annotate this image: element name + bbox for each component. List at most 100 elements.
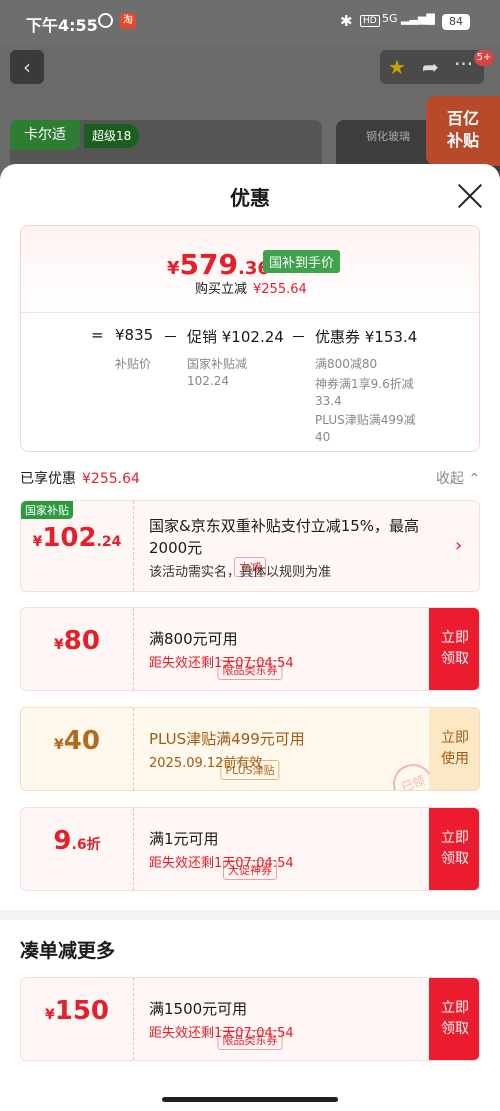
coupon-amount: ¥80 (21, 626, 133, 656)
coupon-card-national-subsidy[interactable]: 国家补贴 ¥102.24 立减 国家&京东双重补贴支付立减15%，最高 2000… (20, 500, 480, 592)
notification-badge: 5+ (474, 50, 494, 66)
bluetooth-icon: ✱ (340, 12, 353, 30)
shared-label: 已享优惠 (20, 471, 76, 487)
chevron-right-icon[interactable]: › (455, 535, 462, 556)
calc-base: ¥835 (115, 326, 154, 344)
coupon-sub-text: 该活动需实名，具体以规则为准 (149, 565, 332, 580)
calc-coupon-sub1: 满800减80 (315, 357, 378, 371)
buy-discount: 购买立减 ¥255.64 (195, 278, 307, 297)
calc-coupon-sub2: 神券满1享9.6折减 (315, 377, 414, 391)
sheet-title: 优惠 (230, 186, 270, 210)
shared-value: ¥255.64 (82, 471, 140, 487)
coupon-amount: ¥150 (21, 996, 133, 1026)
app-notification-icon: 淘 (120, 13, 136, 29)
battery-icon: 84 (442, 14, 470, 30)
claim-button-line1: 立即 (441, 830, 469, 846)
claim-button-line2: 领取 (441, 1021, 469, 1037)
coupon-card-150[interactable]: ¥150 限品类东券 满1500元可用 距失效还剩1天07:04:54 立即 领取 (20, 977, 480, 1061)
coupon-divider (133, 978, 134, 1060)
coupon-card-plus[interactable]: ¥40 PLUS津贴 PLUS津贴满499元可用 2025.09.12前有效 已… (20, 707, 480, 791)
coupon-amount: 9.6折 (21, 826, 133, 856)
favorite-icon[interactable]: ★ (388, 55, 406, 79)
back-button[interactable]: ‹ (10, 50, 44, 84)
calc-coupon-sub4: PLUS津贴满499减 (315, 413, 416, 427)
signal-icon: 5G ▂▃▅▇ (382, 12, 435, 25)
calc-promo-sub1: 国家补贴减 (187, 357, 248, 371)
subsidy-line2: 补贴 (446, 131, 479, 150)
home-indicator (162, 1097, 338, 1102)
coupon-divider (133, 501, 134, 591)
use-button-line2: 使用 (441, 751, 469, 767)
coupon-countdown: 距失效还剩1天07:04:54 (149, 856, 294, 871)
claim-button-line1: 立即 (441, 1000, 469, 1016)
brand-label: 卡尔适 (10, 120, 80, 150)
national-subsidy-tag: 国家补贴 (21, 501, 73, 519)
subsidy-badge: 百亿 补贴 (426, 96, 500, 166)
chevron-up-icon: ⌃ (468, 471, 481, 487)
coupon-main-text-2: 2000元 (149, 539, 203, 557)
coupon-divider (133, 608, 134, 690)
calc-promo: 促销 ¥102.24 (187, 328, 284, 346)
coupon-yen: ¥ (32, 534, 43, 550)
coupon-yen: ¥ (54, 737, 64, 753)
top-actions: ★ ➦ ··· (380, 50, 484, 84)
calc-coupon: 优惠券 ¥153.4 (315, 328, 418, 346)
price-tag: 国补到手价 (263, 250, 341, 273)
coupon-card-80[interactable]: ¥80 限品类东券 满800元可用 距失效还剩1天07:04:54 立即 领取 (20, 607, 480, 691)
coupon-amount-dec: .6折 (71, 837, 101, 853)
coupon-main-text: 满1元可用 (149, 830, 219, 848)
coupon-expiry: 2025.09.12前有效 (149, 756, 263, 771)
calc-coupon-sub3: 33.4 (315, 394, 342, 408)
more-icon[interactable]: ··· (454, 52, 473, 76)
share-icon[interactable]: ➦ (422, 55, 439, 79)
claim-button[interactable]: 立即 领取 (429, 608, 479, 690)
calc-promo-sub2: 102.24 (187, 374, 229, 388)
coupon-main-text: PLUS津贴满499元可用 (149, 730, 305, 748)
calc-coupon-sub5: 40 (315, 430, 331, 444)
claim-button[interactable]: 立即 领取 (429, 808, 479, 890)
shared-discount: 已享优惠 ¥255.64 (20, 468, 140, 488)
close-icon[interactable] (456, 182, 484, 210)
claim-button[interactable]: 立即 领取 (429, 978, 479, 1060)
buy-label: 购买立减 (195, 282, 248, 297)
final-price: ¥579.36 (167, 248, 270, 281)
use-button-line1: 立即 (441, 730, 469, 746)
coupon-yen: ¥ (44, 1007, 55, 1023)
use-button[interactable]: 立即 使用 (429, 708, 479, 790)
buy-value: ¥255.64 (253, 282, 307, 297)
banner-right-text: 钢化玻璃 (366, 130, 410, 143)
divider (21, 312, 479, 313)
coupon-countdown: 距失效还剩1天07:04:54 (149, 656, 294, 671)
more-section-title: 凑单减更多 (20, 940, 116, 962)
coupon-divider (133, 708, 134, 790)
hd-icon: HD (360, 15, 380, 27)
calc-minus-1: － (163, 328, 179, 346)
price-summary: ¥579.36 国补到手价 购买立减 ¥255.64 = ¥835 补贴价 － 促… (20, 225, 480, 452)
coupon-amount: ¥102.24 (21, 523, 133, 553)
discount-sheet: 优惠 ¥579.36 国补到手价 购买立减 ¥255.64 = ¥835 补贴价 … (0, 164, 500, 1111)
alarm-icon (98, 13, 113, 28)
coupon-amount-int: 150 (54, 996, 110, 1026)
super-label: 超级18 (84, 124, 140, 148)
calc-base-label: 补贴价 (115, 357, 152, 371)
coupon-amount-dec: .24 (96, 534, 122, 550)
coupon-countdown: 距失效还剩1天07:04:54 (149, 1026, 294, 1041)
calc-equals: = (91, 326, 104, 344)
coupon-main-text: 满800元可用 (149, 630, 238, 648)
coupon-amount-int: 40 (63, 726, 100, 756)
status-time: 下午4:55 (26, 16, 98, 35)
coupon-main-text: 满1500元可用 (149, 1000, 248, 1018)
collapse-toggle[interactable]: 收起 ⌃ (436, 468, 480, 488)
coupon-card-discount[interactable]: 9.6折 大促神券 满1元可用 距失效还剩1天07:04:54 立即 领取 (20, 807, 480, 891)
coupon-amount: ¥40 (21, 726, 133, 756)
subsidy-line1: 百亿 (446, 109, 479, 128)
price-int: 579 (179, 248, 238, 281)
claim-button-line1: 立即 (441, 630, 469, 646)
coupon-yen: ¥ (54, 637, 64, 653)
claim-button-line2: 领取 (441, 851, 469, 867)
coupon-main-text-1: 国家&京东双重补贴支付立减15%，最高 (149, 517, 420, 535)
coupon-amount-int: 102 (42, 523, 97, 553)
section-divider (0, 910, 500, 920)
coupon-amount-int: 80 (63, 626, 100, 656)
coupon-amount-int: 9 (53, 826, 72, 856)
